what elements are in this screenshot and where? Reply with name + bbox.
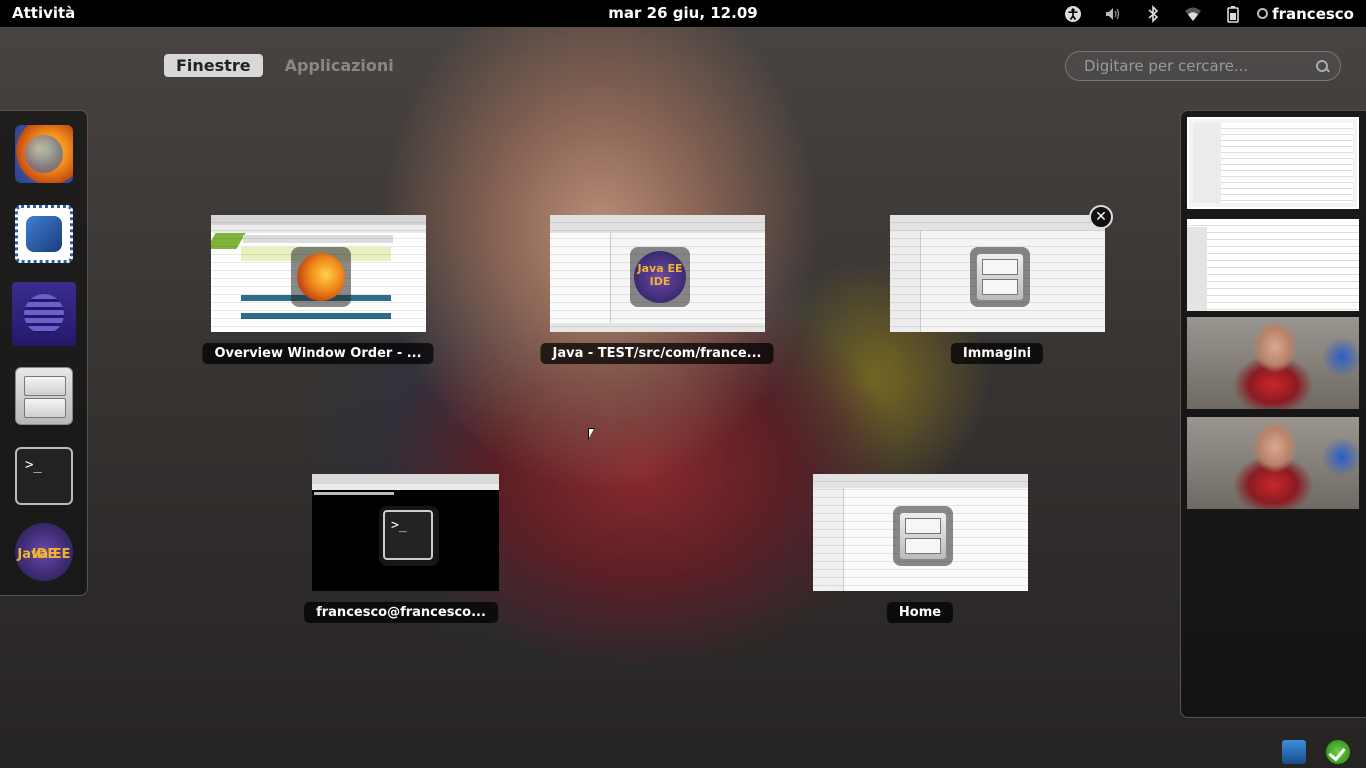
window-title[interactable]: Overview Window Order - ... [202,343,434,364]
window-title[interactable]: Immagini [950,343,1044,364]
search-box [1065,51,1341,81]
dash-javaee-icon[interactable]: Java EE IDE [15,523,73,581]
bluetooth-icon[interactable] [1142,3,1164,25]
dash: >_ Java EE IDE [0,110,88,596]
volume-icon[interactable] [1102,3,1124,25]
user-name: francesco [1272,4,1354,23]
top-bar: Attività mar 26 giu, 12.09 francesco [0,0,1366,27]
dash-terminal-icon[interactable]: >_ [15,447,73,505]
workspace-thumbnail-3[interactable] [1187,317,1359,409]
accessibility-icon[interactable] [1062,3,1084,25]
system-tray: francesco [1053,0,1366,27]
window-title[interactable]: Home [886,602,954,623]
mouse-cursor-icon [588,428,595,440]
network-tray-icon[interactable] [1282,740,1306,764]
dash-firefox-icon[interactable] [15,125,73,183]
wifi-icon[interactable] [1182,3,1204,25]
dash-eclipse-icon[interactable] [12,282,76,346]
workspace-thumbnail-4[interactable] [1187,417,1359,509]
terminal-prompt-glyph: >_ [25,457,42,473]
battery-icon[interactable] [1222,3,1244,25]
tab-applications[interactable]: Applicazioni [273,54,406,77]
search-input[interactable] [1082,56,1316,76]
files-icon [970,247,1030,307]
window-title[interactable]: francesco@francesco... [304,602,498,623]
javaee-logo-text: Java EE IDE [17,547,71,562]
user-status-icon [1257,8,1269,19]
dash-mail-icon[interactable] [15,205,73,263]
close-window-button[interactable]: ✕ [1089,205,1113,229]
window-title[interactable]: Java - TEST/src/com/france... [540,343,774,364]
clock[interactable]: mar 26 giu, 12.09 [608,4,757,22]
workspace-thumbnail-2[interactable] [1187,219,1359,311]
workspace-switcher [1180,110,1366,718]
terminal-icon: >_ [379,506,439,566]
user-menu[interactable]: francesco [1257,5,1354,23]
dash-files-icon[interactable] [15,367,73,425]
javaee-icon: Java EE IDE [630,247,690,307]
firefox-icon [291,247,351,307]
search-icon [1316,60,1328,72]
files-icon [893,506,953,566]
workspace-thumbnail-1[interactable] [1187,117,1359,209]
update-tray-icon[interactable] [1326,740,1350,764]
view-selector: Finestre Applicazioni [164,54,406,77]
tab-windows[interactable]: Finestre [164,54,263,77]
